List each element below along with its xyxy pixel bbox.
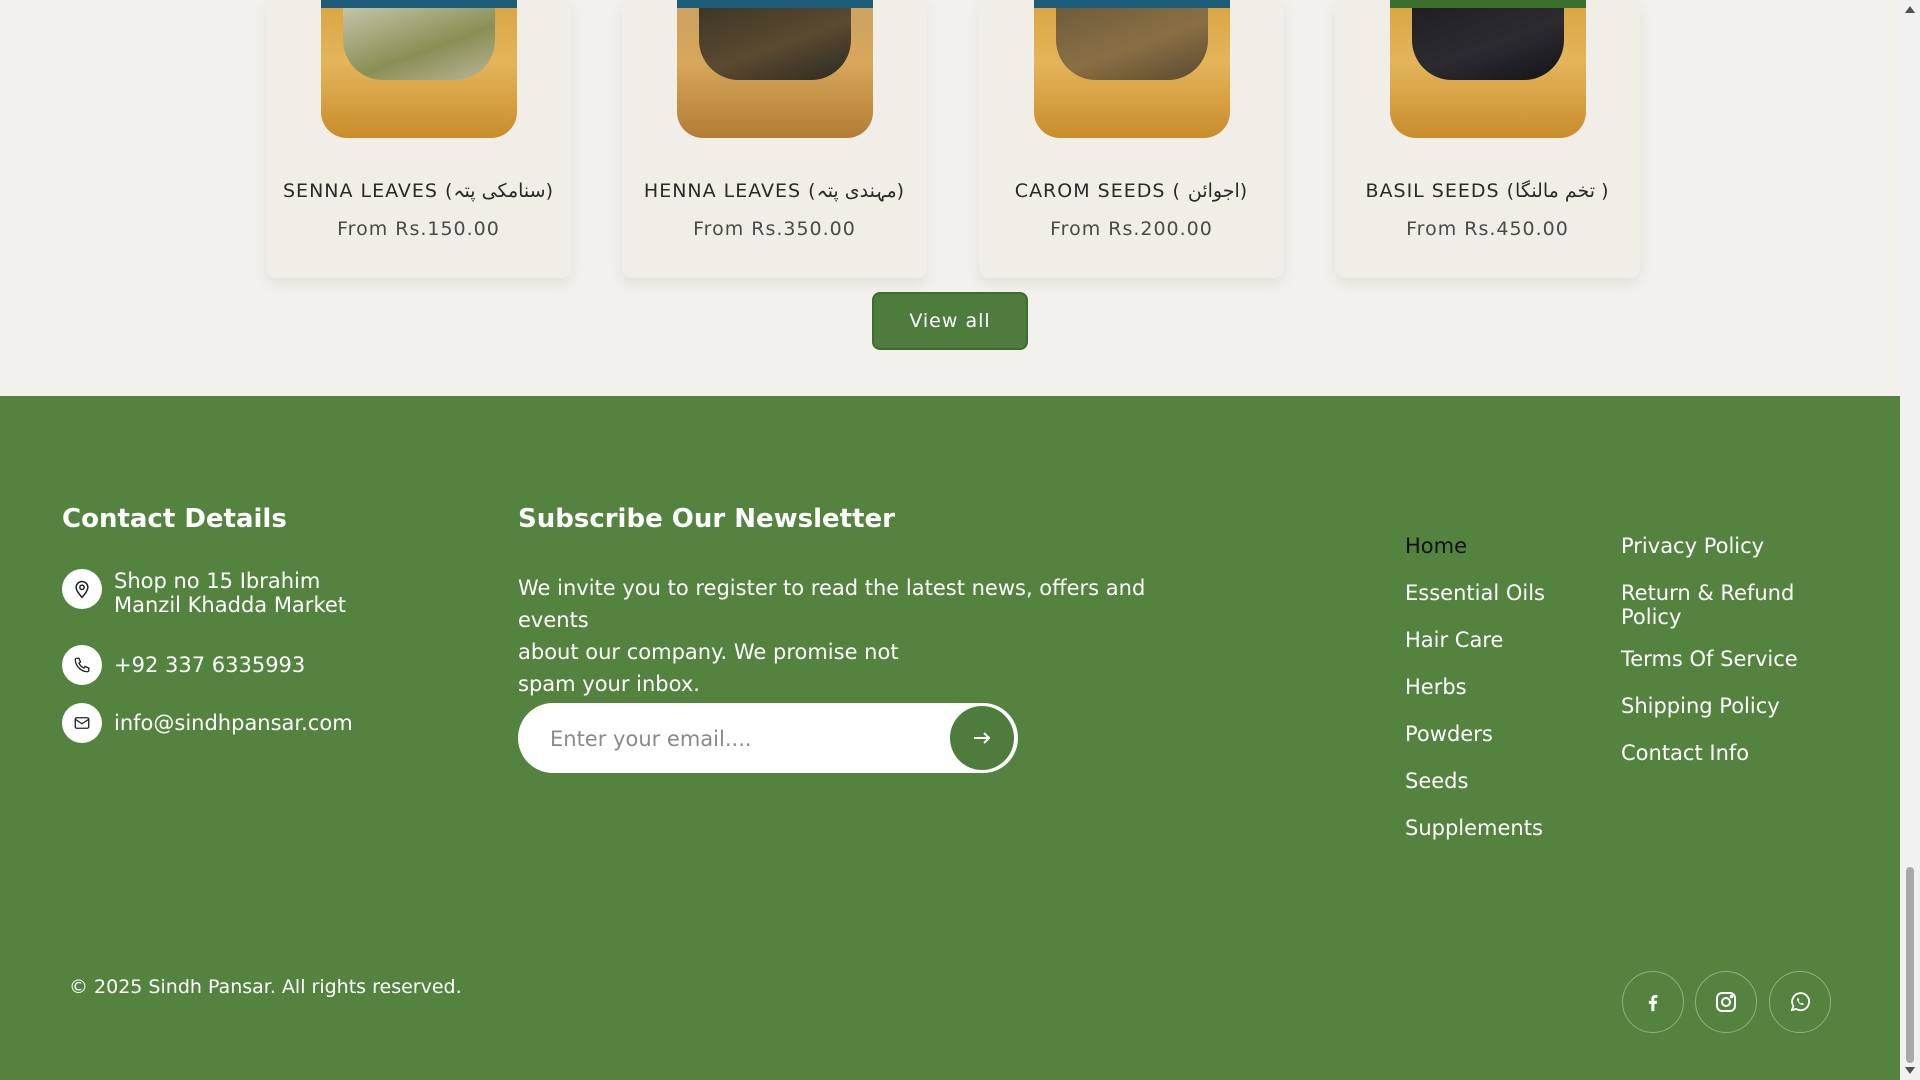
product-price: From Rs.450.00 bbox=[1406, 218, 1569, 240]
facebook-icon bbox=[1648, 994, 1658, 1012]
product-card[interactable]: BASIL SEEDS (تخم مالنگا ) From Rs.450.00 bbox=[1335, 0, 1640, 278]
footer-link-herbs[interactable]: Herbs bbox=[1405, 675, 1545, 699]
scrollbar-thumb[interactable] bbox=[1906, 867, 1914, 1063]
product-image[interactable] bbox=[676, 0, 873, 138]
product-title[interactable]: SENNA LEAVES (سنامکی پتہ) bbox=[266, 180, 571, 202]
product-image[interactable] bbox=[1033, 0, 1230, 138]
newsletter-submit-button[interactable] bbox=[950, 706, 1014, 770]
facebook-button[interactable] bbox=[1622, 971, 1684, 1033]
product-title[interactable]: CAROM SEEDS ( اجوائن) bbox=[979, 180, 1284, 202]
scroll-up-icon[interactable] bbox=[1905, 6, 1915, 13]
arrow-right-icon bbox=[974, 732, 991, 744]
footer-policy-links: Privacy Policy Return & Refund Policy Te… bbox=[1621, 534, 1801, 788]
footer-link-essential-oils[interactable]: Essential Oils bbox=[1405, 581, 1545, 605]
location-pin-icon bbox=[62, 569, 102, 609]
contact-email[interactable]: info@sindhpansar.com bbox=[62, 703, 353, 743]
scrollbar[interactable] bbox=[1900, 0, 1920, 1080]
email-text[interactable]: info@sindhpansar.com bbox=[114, 711, 353, 735]
whatsapp-icon bbox=[1790, 992, 1810, 1012]
product-image[interactable] bbox=[320, 0, 517, 138]
contact-phone[interactable]: +92 337 6335993 bbox=[62, 645, 305, 685]
view-all-button[interactable]: View all bbox=[872, 292, 1028, 350]
product-title[interactable]: HENNA LEAVES (مہندی پتہ) bbox=[622, 180, 927, 202]
product-price: From Rs.150.00 bbox=[337, 218, 500, 240]
footer-link-hair-care[interactable]: Hair Care bbox=[1405, 628, 1545, 652]
mail-icon bbox=[62, 703, 102, 743]
product-price: From Rs.350.00 bbox=[693, 218, 856, 240]
footer-link-powders[interactable]: Powders bbox=[1405, 722, 1545, 746]
page: SENNA LEAVES (سنامکی پتہ) From Rs.150.00… bbox=[0, 0, 1900, 1080]
product-title[interactable]: BASIL SEEDS (تخم مالنگا ) bbox=[1335, 180, 1640, 202]
footer-link-supplements[interactable]: Supplements bbox=[1405, 816, 1545, 840]
product-image[interactable] bbox=[1389, 0, 1586, 138]
footer-link-shipping-policy[interactable]: Shipping Policy bbox=[1621, 694, 1801, 718]
footer-link-contact-info[interactable]: Contact Info bbox=[1621, 741, 1801, 765]
phone-icon bbox=[62, 645, 102, 685]
footer-link-home[interactable]: Home bbox=[1405, 534, 1545, 558]
footer-nav-links: Home Essential Oils Hair Care Herbs Powd… bbox=[1405, 534, 1545, 863]
newsletter-heading: Subscribe Our Newsletter bbox=[518, 504, 895, 534]
product-card[interactable]: SENNA LEAVES (سنامکی پتہ) From Rs.150.00 bbox=[266, 0, 571, 278]
contact-address: Shop no 15 Ibrahim Manzil Khadda Market bbox=[62, 569, 346, 617]
product-price: From Rs.200.00 bbox=[1050, 218, 1213, 240]
scroll-down-icon[interactable] bbox=[1905, 1067, 1915, 1074]
newsletter-email-input[interactable] bbox=[548, 703, 932, 775]
instagram-icon bbox=[1716, 992, 1736, 1012]
footer-link-return-refund-policy[interactable]: Return & Refund Policy bbox=[1621, 581, 1801, 629]
newsletter-text: We invite you to register to read the la… bbox=[518, 576, 1146, 696]
footer-link-terms-of-service[interactable]: Terms Of Service bbox=[1621, 647, 1801, 671]
phone-text[interactable]: +92 337 6335993 bbox=[114, 653, 305, 677]
newsletter-form bbox=[518, 703, 1018, 775]
footer-link-seeds[interactable]: Seeds bbox=[1405, 769, 1545, 793]
product-card[interactable]: CAROM SEEDS ( اجوائن) From Rs.200.00 bbox=[979, 0, 1284, 278]
instagram-button[interactable] bbox=[1695, 971, 1757, 1033]
product-card[interactable]: HENNA LEAVES (مہندی پتہ) From Rs.350.00 bbox=[622, 0, 927, 278]
product-grid: SENNA LEAVES (سنامکی پتہ) From Rs.150.00… bbox=[0, 0, 1900, 396]
footer-link-privacy-policy[interactable]: Privacy Policy bbox=[1621, 534, 1801, 558]
contact-heading: Contact Details bbox=[62, 504, 287, 534]
copyright-text: © 2025 Sindh Pansar. All rights reserved… bbox=[69, 976, 462, 998]
address-text: Shop no 15 Ibrahim Manzil Khadda Market bbox=[114, 569, 347, 617]
whatsapp-button[interactable] bbox=[1769, 971, 1831, 1033]
